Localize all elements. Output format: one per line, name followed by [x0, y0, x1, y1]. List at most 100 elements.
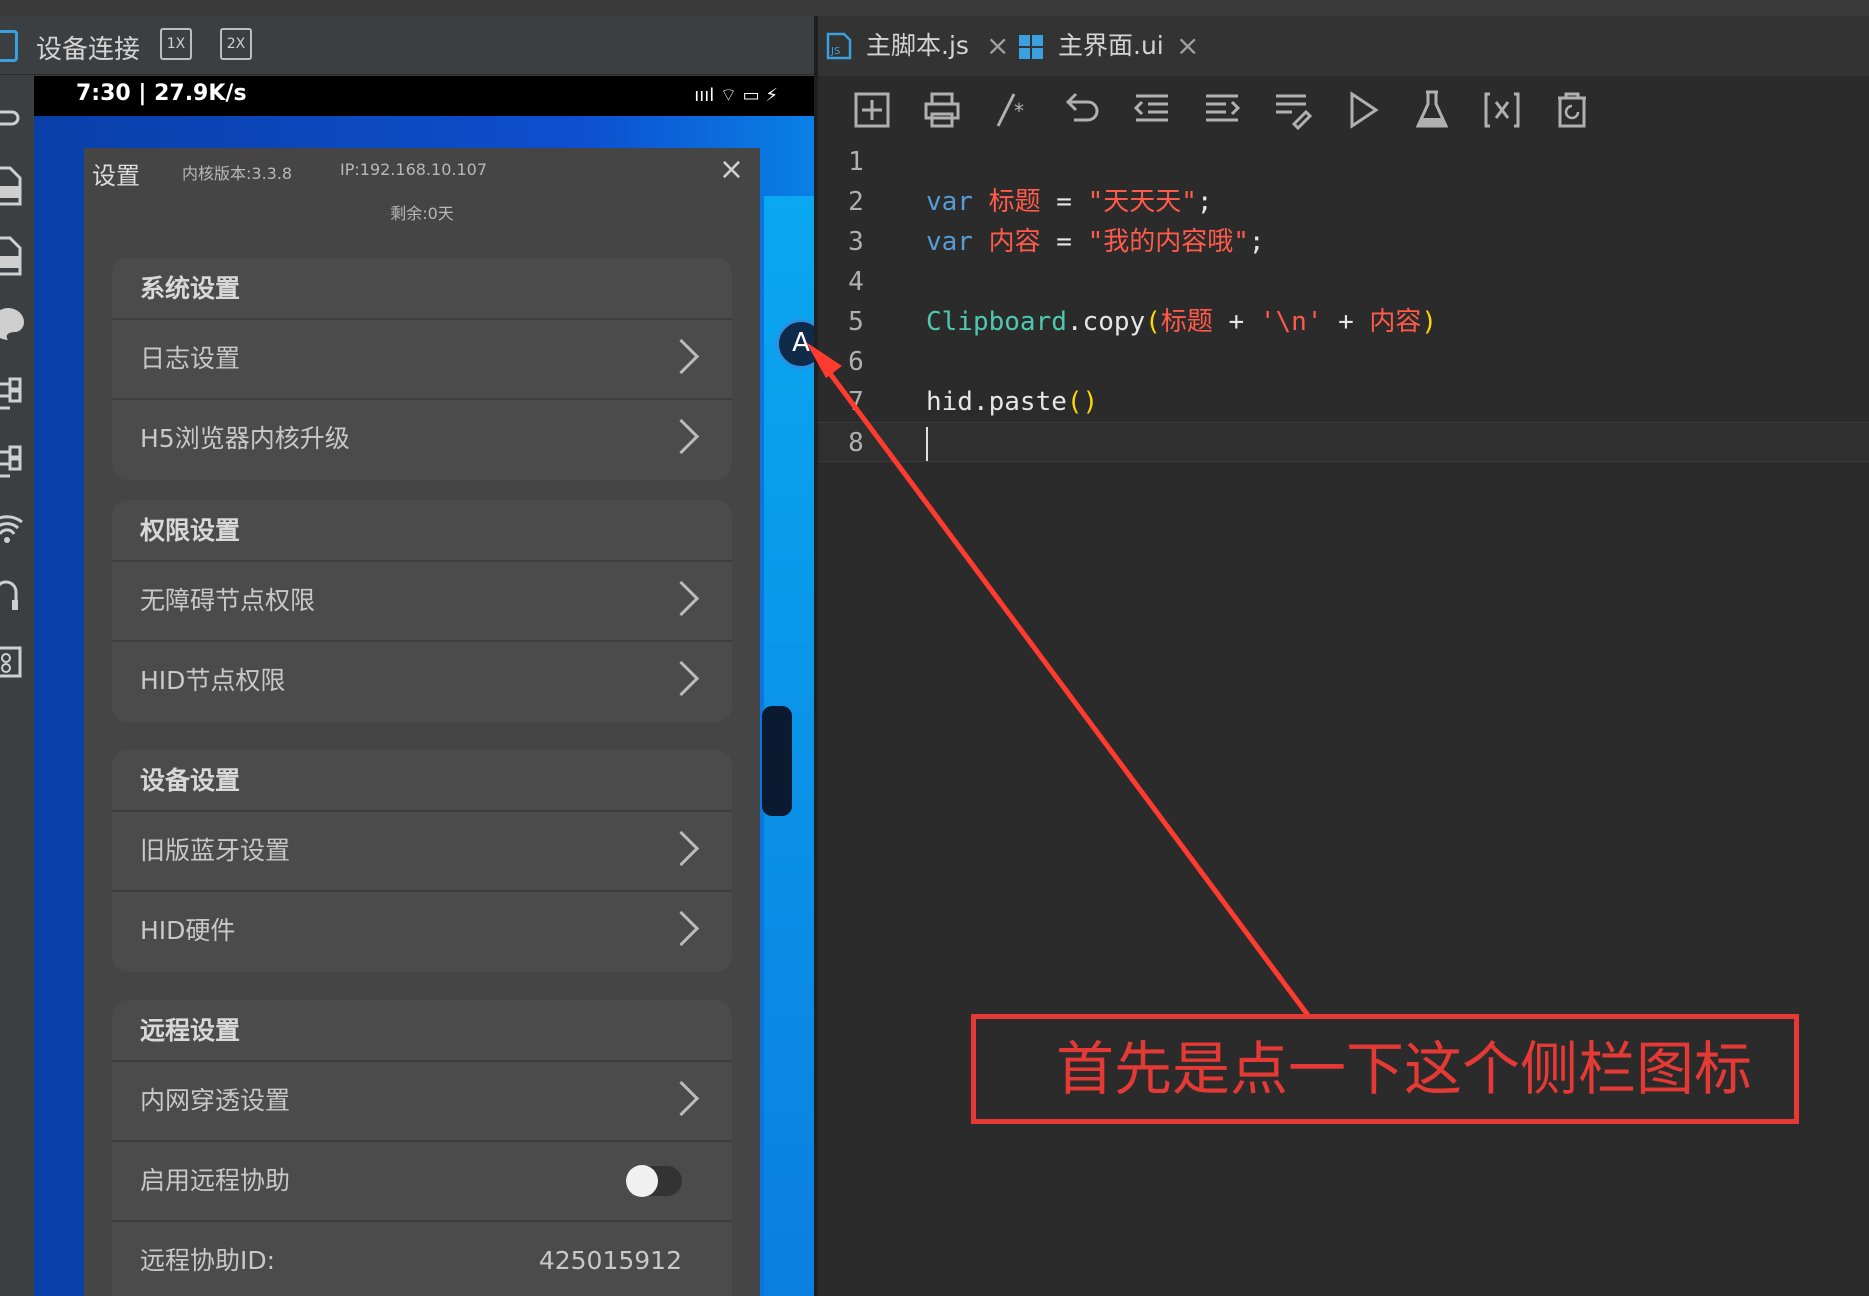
chevron-right-icon [663, 910, 700, 947]
phone-screen[interactable]: 7:30 | 27.9K/s ıııl ⌔ ▭ ⚡ A 设置 内核版本:3.3.… [34, 76, 814, 1296]
dialog-title: 设置 [92, 162, 140, 190]
delete-icon[interactable] [1550, 88, 1594, 132]
undo-icon[interactable] [1060, 88, 1104, 132]
format-icon[interactable] [1270, 88, 1314, 132]
tree-icon[interactable] [0, 372, 26, 412]
ui-file-icon [1019, 35, 1043, 59]
status-time-speed: 7:30 | 27.9K/s [76, 81, 247, 106]
code-text: hid.paste() [926, 387, 1099, 417]
code-line: 1 [818, 142, 1869, 182]
headset-icon[interactable] [0, 574, 26, 614]
close-icon[interactable]: × [719, 152, 744, 187]
editor-tab-bar: JS 主脚本.js × 主界面.ui × [818, 16, 1869, 77]
line-number: 4 [848, 267, 864, 297]
phone-icon [0, 30, 18, 62]
remote-assist-toggle[interactable] [626, 1165, 682, 1197]
code-line-current: 8 [818, 422, 1869, 462]
settings-group-system: 系统设置 日志设置 H5浏览器内核升级 [112, 258, 732, 480]
palette-icon[interactable] [0, 304, 26, 344]
toggle-knob [626, 1165, 658, 1197]
annotation-box: 首先是点一下这个侧栏图标 [971, 1014, 1799, 1124]
device-panel-header: 设备连接 1X 2X [0, 16, 814, 75]
row-label: HID硬件 [140, 916, 236, 945]
line-number: 7 [848, 387, 864, 417]
wifi-icon[interactable] [0, 506, 26, 546]
row-label: 启用远程协助 [140, 1166, 291, 1195]
app-background-shape [762, 706, 792, 816]
chevron-right-icon [663, 660, 700, 697]
comment-icon[interactable]: * [990, 88, 1034, 132]
tab-label: 主脚本.js [866, 31, 969, 60]
zoom-1x-button[interactable]: 1X [160, 28, 192, 60]
apk-file-icon[interactable] [0, 166, 26, 206]
row-accessibility-permission[interactable]: 无障碍节点权限 [112, 562, 732, 642]
device-panel-title: 设备连接 [36, 35, 141, 65]
settings-group-remote: 远程设置 内网穿透设置 启用远程协助 远程协助ID: 425015912 [112, 1000, 732, 1296]
group-header: 权限设置 [112, 500, 732, 562]
line-number: 8 [848, 428, 864, 458]
link-icon[interactable] [0, 98, 26, 138]
settings-dialog: 设置 内核版本:3.3.8 IP:192.168.10.107 剩余:0天 × … [84, 148, 760, 1296]
row-h5-kernel-upgrade[interactable]: H5浏览器内核升级 [112, 400, 732, 480]
new-file-icon[interactable] [850, 88, 894, 132]
chevron-right-icon [663, 830, 700, 867]
code-text: var 标题 = "天天天"; [926, 187, 1213, 217]
row-hid-hardware[interactable]: HID硬件 [112, 892, 732, 972]
tab-label: 主界面.ui [1058, 31, 1164, 60]
remaining-days: 剩余:0天 [390, 204, 454, 223]
xml-file-icon[interactable] [0, 236, 26, 276]
row-label: HID节点权限 [140, 666, 286, 695]
text-caret [926, 427, 928, 461]
row-label: 日志设置 [140, 344, 241, 373]
tab-main-ui[interactable]: 主界面.ui × [1018, 16, 1208, 76]
row-nat-traversal[interactable]: 内网穿透设置 [112, 1062, 732, 1142]
code-line: 6 [818, 342, 1869, 382]
line-number: 5 [848, 307, 864, 337]
image-icon[interactable] [0, 642, 26, 682]
line-number: 3 [848, 227, 864, 257]
row-remote-assist: 启用远程协助 [112, 1142, 732, 1222]
settings-group-device: 设备设置 旧版蓝牙设置 HID硬件 [112, 750, 732, 972]
svg-text:JS: JS [830, 46, 840, 57]
row-hid-permission[interactable]: HID节点权限 [112, 642, 732, 722]
editor-toolbar: * [818, 76, 1869, 142]
print-icon[interactable] [920, 88, 964, 132]
line-number: 6 [848, 347, 864, 377]
tree-icon[interactable] [0, 440, 26, 480]
code-line: 2 var 标题 = "天天天"; [818, 182, 1869, 222]
side-toolbar [0, 76, 34, 1296]
tab-main-js[interactable]: JS 主脚本.js × [826, 16, 1016, 76]
close-icon[interactable]: × [1176, 16, 1199, 76]
row-label: H5浏览器内核升级 [140, 424, 350, 453]
line-number: 2 [848, 187, 864, 217]
chevron-right-icon [663, 338, 700, 375]
row-label: 远程协助ID: [140, 1246, 276, 1275]
group-header: 系统设置 [112, 258, 732, 320]
code-text: Clipboard.copy(标题 + '\n' + 内容) [926, 307, 1438, 337]
annotation-text: 首先是点一下这个侧栏图标 [1056, 1035, 1753, 1103]
ip-address: IP:192.168.10.107 [340, 160, 487, 179]
row-log-settings[interactable]: 日志设置 [112, 320, 732, 400]
outdent-icon[interactable] [1130, 88, 1174, 132]
line-number: 1 [848, 147, 864, 177]
close-icon[interactable]: × [986, 16, 1009, 76]
zoom-2x-button[interactable]: 2X [220, 28, 252, 60]
run-icon[interactable] [1340, 88, 1384, 132]
phone-status-bar: 7:30 | 27.9K/s ıııl ⌔ ▭ ⚡ [34, 76, 814, 116]
status-icons: ıııl ⌔ ▭ ⚡ [694, 85, 778, 106]
indent-icon[interactable] [1200, 88, 1244, 132]
device-panel: 设备连接 1X 2X 7:30 | 27.9K/s ıııl ⌔ ▭ ⚡ A 设… [0, 16, 814, 1296]
test-icon[interactable] [1410, 88, 1454, 132]
row-remote-assist-id: 远程协助ID: 425015912 [112, 1222, 732, 1296]
settings-group-permissions: 权限设置 无障碍节点权限 HID节点权限 [112, 500, 732, 722]
remote-assist-id-value: 425015912 [538, 1246, 682, 1275]
code-line: 5 Clipboard.copy(标题 + '\n' + 内容) [818, 302, 1869, 342]
variable-icon[interactable] [1480, 88, 1524, 132]
group-header: 设备设置 [112, 750, 732, 812]
kernel-version: 内核版本:3.3.8 [182, 164, 293, 183]
row-legacy-bluetooth[interactable]: 旧版蓝牙设置 [112, 812, 732, 892]
js-file-icon: JS [826, 32, 852, 60]
chevron-right-icon [663, 418, 700, 455]
chevron-right-icon [663, 580, 700, 617]
code-line: 7 hid.paste() [818, 382, 1869, 422]
